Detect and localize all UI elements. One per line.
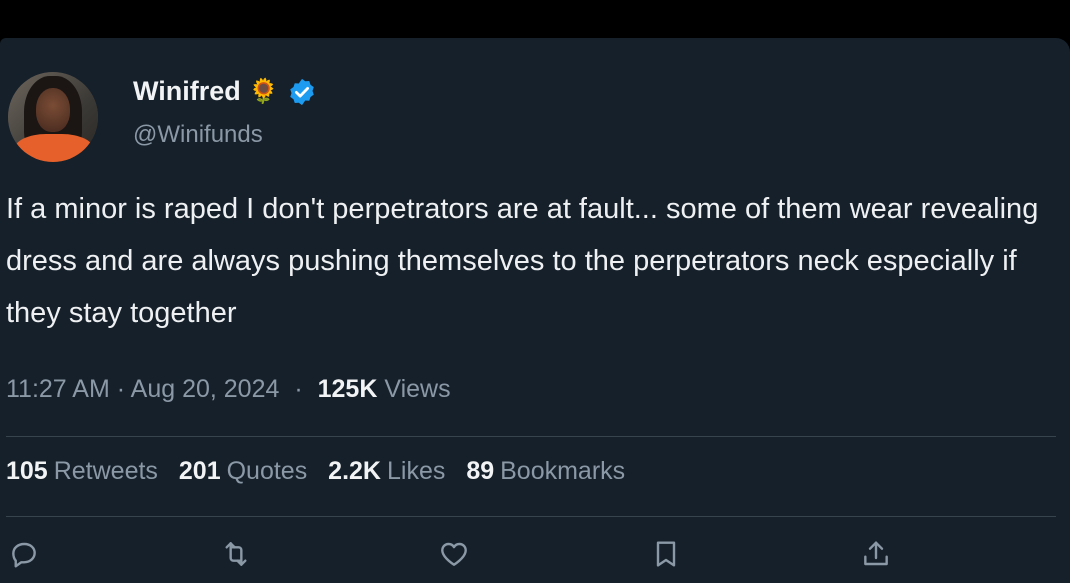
divider [6, 516, 1056, 517]
verified-badge-icon [287, 77, 317, 107]
author-name-row[interactable]: Winifred 🌻 [133, 76, 317, 107]
retweets-count: 105 [6, 457, 48, 485]
tweet-card: Winifred 🌻 @Winifunds If a minor is rape… [0, 38, 1070, 583]
avatar[interactable] [8, 72, 98, 162]
author-name[interactable]: Winifred [133, 76, 241, 107]
tweet-text: If a minor is raped I don't perpetrators… [6, 193, 1039, 329]
meta-separator: · [116, 375, 126, 403]
bookmarks-stat[interactable]: 89 Bookmarks [466, 457, 625, 485]
action-bar [0, 538, 1070, 578]
meta-separator: · [294, 375, 303, 403]
tweet-date[interactable]: Aug 20, 2024 [131, 375, 280, 403]
retweets-stat[interactable]: 105 Retweets [6, 457, 165, 485]
engagement-stats: 105 Retweets 201 Quotes 2.2K Likes 89 Bookma… [6, 457, 639, 486]
reply-icon[interactable] [8, 538, 40, 570]
bookmark-icon[interactable] [650, 538, 682, 570]
likes-stat[interactable]: 2.2K Likes [328, 457, 452, 485]
likes-count: 2.2K [328, 457, 381, 485]
views-label: Views [384, 375, 451, 403]
views-count: 125K [317, 375, 378, 403]
quotes-count: 201 [178, 457, 221, 485]
divider [6, 436, 1056, 437]
retweets-label: Retweets [53, 457, 158, 485]
author-handle[interactable]: @Winifunds [133, 121, 263, 149]
share-icon[interactable] [860, 538, 892, 570]
tweet-meta: 11:27 AM · Aug 20, 2024 · 125K Views [6, 375, 451, 404]
bookmarks-count: 89 [466, 457, 495, 485]
quotes-stat[interactable]: 201 Quotes [179, 457, 314, 485]
sunflower-emoji: 🌻 [248, 78, 279, 105]
likes-label: Likes [386, 457, 446, 485]
bookmarks-label: Bookmarks [500, 457, 626, 485]
retweet-icon[interactable] [220, 538, 252, 570]
tweet-time[interactable]: 11:27 AM [6, 375, 110, 403]
heart-icon[interactable] [438, 538, 470, 570]
quotes-label: Quotes [226, 457, 308, 485]
